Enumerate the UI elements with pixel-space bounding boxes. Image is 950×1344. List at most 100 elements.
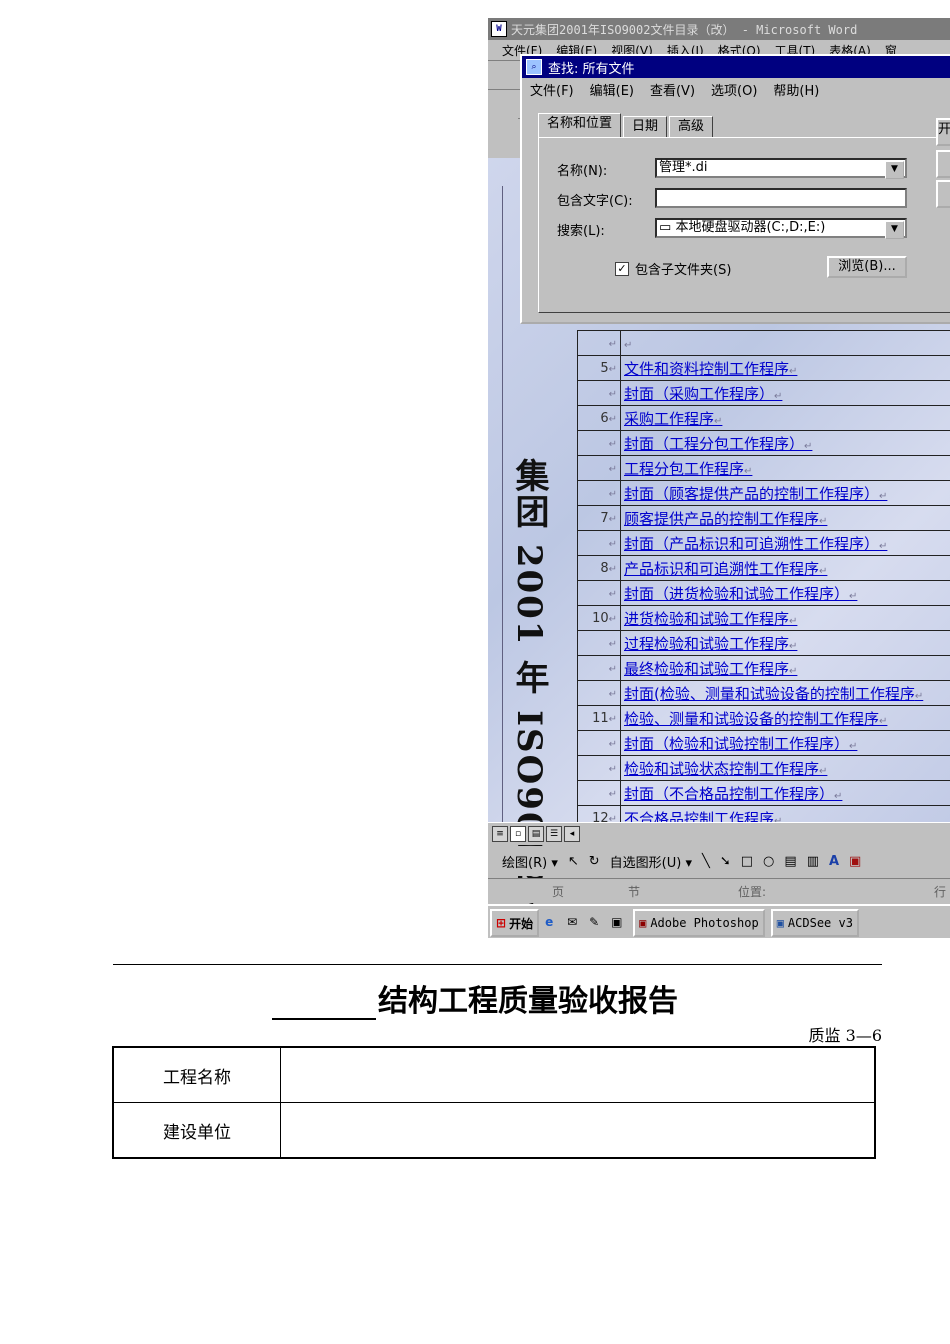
taskbar-acdsee[interactable]: ▣ ACDSee v3 xyxy=(770,909,859,937)
row-link[interactable]: 封面（不合格品控制工作程序）↵ xyxy=(620,780,950,806)
find-menu-options[interactable]: 选项(O) xyxy=(711,80,757,99)
construction-unit-value[interactable] xyxy=(280,1102,876,1159)
tab-advanced[interactable]: 高级 xyxy=(669,116,714,137)
row-number: ↵ xyxy=(577,455,621,481)
row-number: ↵ xyxy=(577,480,621,506)
new-search-button[interactable] xyxy=(936,180,950,208)
start-label: 开始 xyxy=(509,916,534,931)
start-button[interactable]: ⊞ 开始 xyxy=(490,909,540,937)
channels-icon[interactable]: ▣ xyxy=(611,915,627,931)
row-link[interactable]: 进货检验和试验工作程序↵ xyxy=(620,605,950,631)
show-desktop-icon[interactable]: ✎ xyxy=(589,915,605,931)
contains-text-field[interactable] xyxy=(655,188,907,208)
find-menu-help[interactable]: 帮助(H) xyxy=(773,80,819,99)
ie-icon[interactable]: e xyxy=(545,915,561,931)
row-link[interactable]: 封面（检验和试验控制工作程序）↵ xyxy=(620,730,950,756)
word-title-bar: W 天元集团2001年ISO9002文件目录（改） - Microsoft Wo… xyxy=(488,18,950,40)
tab-date[interactable]: 日期 xyxy=(623,116,668,137)
row-link[interactable]: 检验、测量和试验设备的控制工作程序↵ xyxy=(620,705,950,731)
paragraph-mark: ↵ xyxy=(789,640,798,652)
search-in-label: 搜索(L): xyxy=(557,224,605,239)
paragraph-mark: ↵ xyxy=(914,690,924,702)
autoshapes-menu-button[interactable]: 自选图形(U) ▾ xyxy=(610,852,692,871)
oval-icon[interactable]: ○ xyxy=(763,854,774,869)
paragraph-mark: ↵ xyxy=(608,588,617,600)
stop-button[interactable] xyxy=(936,150,950,178)
row-number: ↵ xyxy=(577,680,621,706)
chevron-down-icon[interactable]: ▼ xyxy=(885,221,904,239)
paragraph-mark: ↵ xyxy=(849,590,858,602)
row-link[interactable]: 最终检验和试验工作程序↵ xyxy=(620,655,950,681)
tab-name-location[interactable]: 名称和位置 xyxy=(538,113,622,137)
word-app-icon: W xyxy=(491,21,507,37)
row-link[interactable]: 文件和资料控制工作程序↵ xyxy=(620,355,950,381)
paragraph-mark: ↵ xyxy=(819,765,828,777)
name-field[interactable]: 管理*.di ▼ xyxy=(655,158,907,179)
windows-logo-icon: ⊞ xyxy=(496,916,507,930)
vertical-textbox-icon[interactable]: ▥ xyxy=(807,854,819,869)
browse-button[interactable]: 浏览(B)... xyxy=(827,256,907,278)
taskbar-photoshop[interactable]: ▣ Adobe Photoshop xyxy=(633,909,765,937)
row-link[interactable]: 封面（进货检验和试验工作程序）↵ xyxy=(620,580,950,606)
row-link[interactable]: 封面（顾客提供产品的控制工作程序）↵ xyxy=(620,480,950,506)
header-rule xyxy=(113,964,882,965)
name-field-value: 管理*.di xyxy=(659,160,708,175)
row-link[interactable]: 过程检验和试验工作程序↵ xyxy=(620,630,950,656)
project-name-value[interactable] xyxy=(280,1046,876,1103)
paragraph-mark: ↵ xyxy=(789,665,798,677)
draw-menu-button[interactable]: 绘图(R) ▾ xyxy=(502,852,558,871)
table-row: ↵ 过程检验和试验工作程序↵ xyxy=(577,630,950,656)
table-row: 5↵ 文件和资料控制工作程序↵ xyxy=(577,355,950,381)
paragraph-mark: ↵ xyxy=(834,790,843,802)
page-view-icon[interactable]: ▤ xyxy=(528,826,544,842)
select-arrow-icon[interactable]: ↖ xyxy=(568,854,579,869)
web-view-icon[interactable]: ▫ xyxy=(510,826,526,842)
row-link[interactable]: 封面（采购工作程序）↵ xyxy=(620,380,950,406)
find-now-button[interactable]: 开 xyxy=(936,118,950,146)
row-link[interactable]: 封面(检验、测量和试验设备的控制工作程序↵ xyxy=(620,680,950,706)
table-row: ↵ 封面（进货检验和试验工作程序）↵ xyxy=(577,580,950,606)
row-number: ↵ xyxy=(577,530,621,556)
report-form-table: 工程名称 建设单位 xyxy=(112,1046,876,1159)
line-icon[interactable]: ╲ xyxy=(702,854,710,869)
find-menu-file[interactable]: 文件(F) xyxy=(530,80,574,99)
paragraph-mark: ↵ xyxy=(608,638,617,650)
normal-view-icon[interactable]: ≡ xyxy=(492,826,508,842)
find-dialog: ⌕ 查找: 所有文件 文件(F) 编辑(E) 查看(V) 选项(O) 帮助(H)… xyxy=(520,54,950,324)
subfolder-checkbox[interactable]: ✓ xyxy=(615,262,629,276)
arrow-icon[interactable]: ➘ xyxy=(720,854,731,869)
project-name-label: 工程名称 xyxy=(112,1046,281,1103)
chevron-down-icon[interactable]: ▼ xyxy=(885,161,904,179)
row-link[interactable]: 产品标识和可追溯性工作程序↵ xyxy=(620,555,950,581)
paragraph-mark: ↵ xyxy=(608,388,617,400)
row-link: ↵ xyxy=(620,330,950,356)
find-menu-view[interactable]: 查看(V) xyxy=(650,80,695,99)
search-in-dropdown[interactable]: ▭ 本地硬盘驱动器(C:,D:,E:) ▼ xyxy=(655,218,907,239)
wordart-icon[interactable]: A xyxy=(829,854,839,869)
clipart-icon[interactable]: ▣ xyxy=(849,854,861,869)
row-number: ↵ xyxy=(577,380,621,406)
row-number: ↵ xyxy=(577,780,621,806)
row-number: ↵ xyxy=(577,630,621,656)
row-link[interactable]: 检验和试验状态控制工作程序↵ xyxy=(620,755,950,781)
row-link[interactable]: 采购工作程序↵ xyxy=(620,405,950,431)
table-row: 8↵ 产品标识和可追溯性工作程序↵ xyxy=(577,555,950,581)
paragraph-mark: ↵ xyxy=(608,738,617,750)
table-row: 建设单位 xyxy=(112,1102,876,1159)
row-link[interactable]: 封面（工程分包工作程序）↵ xyxy=(620,430,950,456)
document-index-table: ↵ ↵ 5↵ 文件和资料控制工作程序↵ ↵ 封面（采购工作程序）↵ 6↵ 采购工作程序↵ ↵ 封面… xyxy=(577,330,950,831)
outline-view-icon[interactable]: ☰ xyxy=(546,826,562,842)
row-link[interactable]: 顾客提供产品的控制工作程序↵ xyxy=(620,505,950,531)
row-number: ↵ xyxy=(577,730,621,756)
table-row: 工程名称 xyxy=(112,1046,876,1103)
table-row: 6↵ 采购工作程序↵ xyxy=(577,405,950,431)
row-link[interactable]: 封面（产品标识和可追溯性工作程序）↵ xyxy=(620,530,950,556)
row-number: ↵ xyxy=(577,430,621,456)
rectangle-icon[interactable]: □ xyxy=(741,854,753,869)
textbox-icon[interactable]: ▤ xyxy=(784,854,796,869)
outlook-icon[interactable]: ✉ xyxy=(567,915,583,931)
scroll-left-icon[interactable]: ◂ xyxy=(564,826,580,842)
find-menu-edit[interactable]: 编辑(E) xyxy=(590,80,634,99)
rotate-icon[interactable]: ↻ xyxy=(589,854,600,869)
row-link[interactable]: 工程分包工作程序↵ xyxy=(620,455,950,481)
